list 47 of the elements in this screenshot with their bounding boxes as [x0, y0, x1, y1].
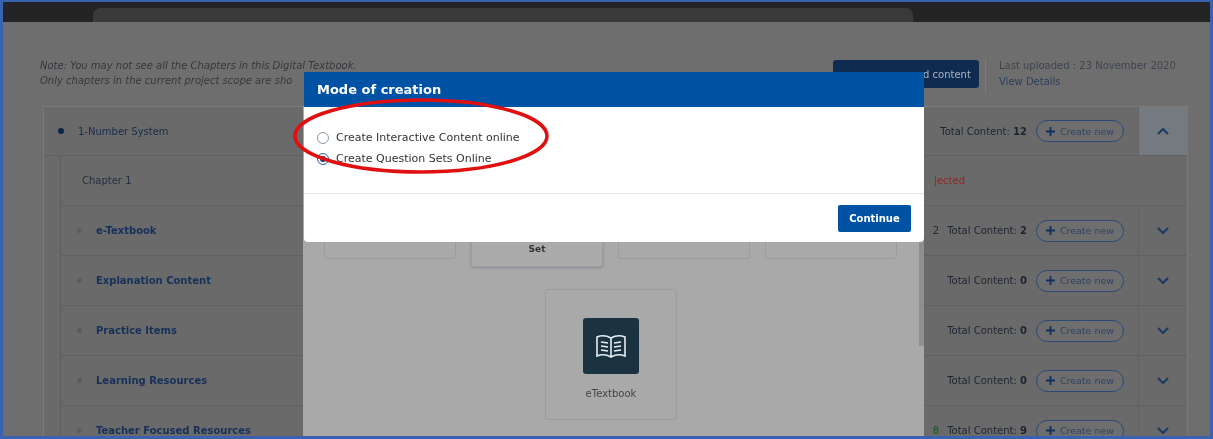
chevron-icon — [1157, 276, 1169, 285]
plus-icon — [1045, 126, 1055, 136]
count-text: 2 — [932, 225, 940, 236]
note-text: Note: You may not see all the Chapters in this Digital Textbook. — [40, 59, 357, 73]
book-icon — [583, 318, 639, 374]
total-content-text: Total Content: 2 — [947, 225, 1027, 236]
total-content-text: Total Content: 12 — [940, 125, 1027, 137]
plus-icon — [1045, 226, 1055, 235]
section-title: Teacher Focused Resources — [96, 425, 251, 436]
chevron-icon — [1157, 127, 1169, 135]
chevron-icon — [1157, 226, 1169, 235]
count-text: 8 — [932, 425, 940, 436]
status-text: jected — [934, 175, 965, 186]
radio-option[interactable]: Create Interactive Content online — [317, 127, 924, 148]
chevron-icon — [1157, 426, 1169, 435]
radio-option[interactable]: Create Question Sets Online — [317, 148, 924, 169]
dialog-title: Mode of creation — [304, 72, 924, 107]
plus-icon — [1045, 276, 1055, 285]
note-text: Only chapters in the current project scope are sho — [40, 74, 293, 88]
create-new-button[interactable]: Create new — [1036, 369, 1124, 392]
section-title: Explanation Content — [96, 275, 211, 286]
section-title: Learning Resources — [96, 375, 208, 386]
view-details-link[interactable]: View Details — [999, 76, 1061, 87]
create-new-button[interactable]: Create new — [1036, 419, 1124, 436]
chapter-title: 1-Number System — [78, 125, 169, 137]
chevron-icon — [1157, 326, 1169, 335]
chapter-label: Chapter 1 — [82, 175, 132, 186]
total-content-text: Total Content: 0 — [947, 375, 1027, 386]
address-bar[interactable] — [93, 8, 913, 22]
create-new-button[interactable]: Create new — [1036, 269, 1124, 292]
total-content-text: Total Content: 0 — [947, 325, 1027, 336]
etextbook-card[interactable]: eTextbook — [545, 289, 677, 420]
continue-button[interactable]: Continue — [838, 204, 911, 232]
plus-icon — [1045, 376, 1055, 385]
plus-icon — [1045, 326, 1055, 335]
section-title: Practice Items — [96, 325, 177, 336]
create-new-button[interactable]: Create new — [1036, 319, 1124, 342]
create-new-button[interactable]: Create new — [1036, 120, 1124, 142]
section-title: e-Textbook — [96, 225, 157, 236]
create-new-button[interactable]: Create new — [1036, 219, 1124, 242]
plus-icon — [1045, 426, 1055, 435]
total-content-text: Total Content: 9 — [947, 425, 1027, 436]
etextbook-label: eTextbook — [585, 388, 637, 399]
bullet-icon — [58, 128, 64, 134]
chevron-icon — [1157, 376, 1169, 385]
total-content-text: Total Content: 0 — [947, 275, 1027, 286]
collapse-button[interactable] — [1138, 107, 1187, 155]
